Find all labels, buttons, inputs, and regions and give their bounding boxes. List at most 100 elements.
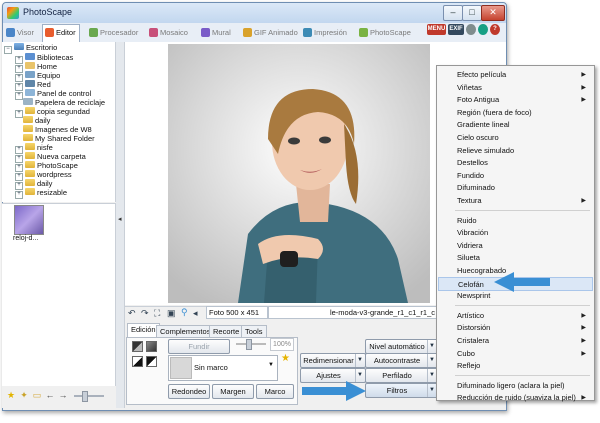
expand-icon[interactable] (15, 99, 21, 105)
filters-context-menu: Efecto película ▶ Viñetas ▶ Foto Antigua ▶ Reg… (436, 65, 595, 402)
tree-item[interactable]: My Shared Folder (15, 134, 95, 143)
panel-splitter[interactable] (116, 42, 125, 408)
thumbnail-image[interactable] (14, 205, 44, 235)
tab-gif-animado[interactable]: GIF Animado (241, 25, 301, 40)
tab-editor[interactable]: Editor (42, 24, 80, 42)
menu-separator (455, 374, 590, 376)
thumb-size-knob[interactable] (82, 391, 88, 402)
tree-item-label: Red (37, 80, 51, 89)
filtros-button[interactable]: Filtros ▼ (365, 383, 438, 398)
portrait-illustration (168, 44, 430, 303)
tree-item[interactable]: + Panel de control (15, 89, 92, 100)
chevron-down-icon[interactable]: ▼ (268, 362, 274, 368)
collapse-panel-icon[interactable]: ◂ (118, 215, 122, 223)
tree-item[interactable]: + Bibliotecas (15, 53, 73, 64)
tree-item[interactable]: + wordpress (15, 170, 72, 181)
close-button[interactable]: ✕ (481, 5, 505, 21)
margen-button[interactable]: Margen (212, 384, 254, 399)
maximize-button[interactable]: □ (462, 5, 482, 21)
tree-item[interactable]: + Red (15, 80, 51, 91)
chevron-down-icon[interactable]: ▼ (427, 369, 436, 382)
minimize-button[interactable]: – (443, 5, 463, 21)
chevron-down-icon[interactable]: ▼ (427, 340, 436, 353)
tree-item[interactable]: + Home (15, 62, 58, 73)
open-folder-icon[interactable]: ▭ (32, 390, 42, 400)
expand-icon[interactable] (15, 126, 21, 132)
tab-icon (303, 28, 312, 37)
thumb-size-slider[interactable] (74, 395, 104, 397)
tree-item[interactable]: + Nueva carpeta (15, 152, 86, 163)
tree-item[interactable]: + copia segundad (15, 107, 90, 118)
tree-item[interactable]: daily (15, 116, 50, 125)
menu-item[interactable]: Textura ▶ (438, 194, 593, 208)
fit-icon[interactable]: ⛶ (154, 308, 160, 319)
chevron-down-icon[interactable]: ▼ (355, 354, 364, 367)
tab-visor[interactable]: Visor (4, 25, 37, 40)
tab-impresión[interactable]: Impresión (301, 25, 350, 40)
folder-icon (25, 179, 35, 186)
tab-mosaico[interactable]: Mosaico (147, 25, 191, 40)
nivel-automatico-label: Nivel automático (369, 342, 425, 351)
callout-arrow-filtros (302, 381, 366, 401)
tree-item-label: Panel de control (37, 89, 92, 98)
editor-tab-edicin[interactable]: Edición (127, 323, 160, 338)
folder-icon (25, 170, 35, 177)
perfilado-button[interactable]: Perfilado ▼ (365, 368, 438, 383)
tab-procesador[interactable]: Procesador (87, 25, 141, 40)
menu-item-label: Cristalera (457, 336, 490, 345)
rotate-right-icon[interactable]: ↷ (141, 308, 149, 319)
tree-item[interactable]: Papelera de reciclaje (15, 98, 105, 107)
zoom-icon[interactable]: ⚲ (181, 307, 188, 318)
folder-tree: − Escritorio + Bibliotecas + Home + Equipo + Red… (2, 42, 116, 202)
invert-icon[interactable] (146, 356, 157, 367)
back-icon[interactable]: ← (45, 390, 55, 400)
chevron-down-icon[interactable]: ▼ (427, 384, 436, 397)
menu-icon[interactable]: MENU (427, 24, 446, 35)
tab-icon (359, 28, 368, 37)
expand-icon[interactable]: + (15, 191, 23, 199)
info-icon[interactable] (478, 24, 488, 35)
menu-item-label: Cielo oscuro (457, 133, 499, 142)
menu-item[interactable]: Reducción de ruido (suaviza la piel) ▶ (438, 391, 593, 405)
callout-arrow-celofan (494, 272, 550, 292)
forward-icon[interactable]: → (58, 390, 68, 400)
expand-icon[interactable] (15, 117, 21, 123)
tab-mural[interactable]: Mural (199, 25, 234, 40)
menu-item[interactable]: Reflejo (438, 359, 593, 373)
brightness-icon[interactable] (146, 341, 157, 352)
opacity-slider-knob[interactable] (246, 339, 252, 350)
tree-root[interactable]: − Escritorio (4, 43, 57, 54)
help-icon[interactable]: ? (490, 24, 500, 35)
menu-item-label: Ruido (457, 215, 477, 225)
exif-icon[interactable]: EXIF (448, 24, 464, 35)
marco-button[interactable]: Marco (256, 384, 294, 399)
expand-icon[interactable] (15, 135, 21, 141)
perfilado-label: Perfilado (382, 371, 412, 380)
scroll-left-icon[interactable]: ◂ (193, 308, 198, 319)
chevron-down-icon[interactable]: ▼ (427, 354, 436, 367)
tree-item-label: My Shared Folder (35, 134, 95, 143)
color-picker-icon[interactable] (132, 341, 143, 352)
tree-item[interactable]: + daily (15, 179, 52, 190)
redimensionar-button[interactable]: Redimensionar ▼ (300, 353, 366, 368)
settings-icon[interactable] (466, 24, 476, 35)
tree-item-label: Home (37, 62, 58, 71)
folder-star-icon[interactable]: ✦ (19, 390, 29, 400)
compare-icon[interactable]: ▣ (167, 308, 176, 319)
autocontraste-button[interactable]: Autocontraste ▼ (365, 353, 438, 368)
nivel-automatico-button[interactable]: Nivel automático ▼ (365, 339, 438, 354)
tree-item[interactable]: + PhotoScape (15, 161, 78, 172)
redondeo-button[interactable]: Redondeo (168, 384, 210, 399)
collapse-icon[interactable]: − (4, 46, 12, 54)
tree-item[interactable]: + nisfe (15, 143, 53, 154)
star-icon[interactable]: ★ (6, 390, 16, 400)
tree-item[interactable]: + resizable (15, 188, 67, 199)
rotate-left-icon[interactable]: ↶ (128, 308, 136, 319)
title-bar[interactable]: PhotoScape – □ ✕ (3, 3, 506, 23)
tree-item[interactable]: Imagenes de W8 (15, 125, 92, 134)
tree-item[interactable]: + Equipo (15, 71, 60, 82)
tab-photoscape[interactable]: PhotoScape (357, 25, 414, 40)
fundir-button[interactable]: Fundir (168, 339, 230, 354)
contrast-icon[interactable] (132, 356, 143, 367)
favorite-star-icon[interactable]: ★ (281, 353, 290, 364)
